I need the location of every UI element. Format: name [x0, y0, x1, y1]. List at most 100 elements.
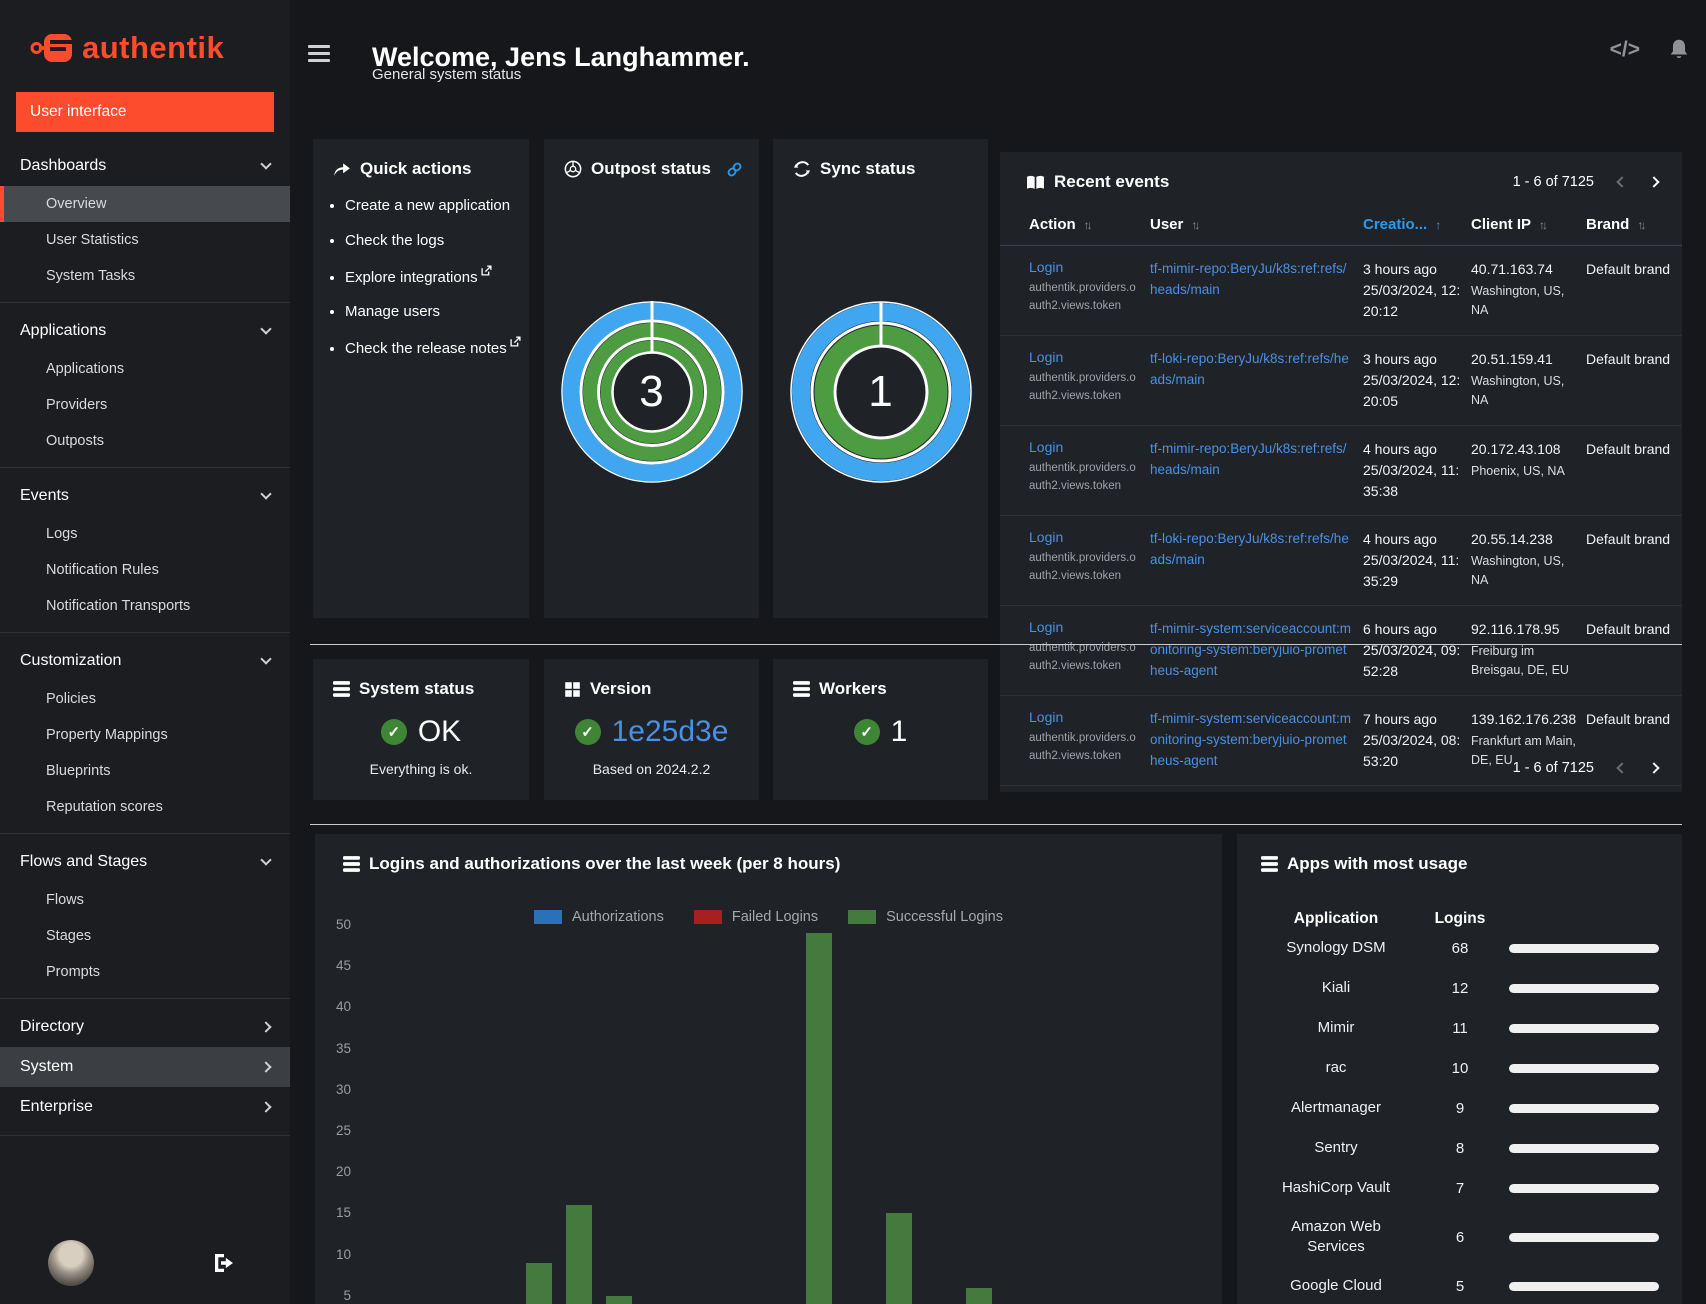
event-context: authentik.providers.oauth2.views.token	[1029, 462, 1136, 492]
app-logins: 7	[1455, 1179, 1465, 1197]
column-header-creation[interactable]: Creatio... ↑	[1363, 216, 1461, 233]
sidebar-item-stages[interactable]: Stages	[0, 918, 290, 954]
sidebar-item-reputation-scores[interactable]: Reputation scores	[0, 789, 290, 825]
quick-actions-title-row: Quick actions	[313, 139, 529, 179]
chevron-down-icon	[260, 854, 272, 866]
column-header-action[interactable]: Action ↑↓	[1029, 216, 1140, 233]
sidebar-item-overview[interactable]: Overview	[0, 186, 290, 222]
event-action-link[interactable]: Login	[1029, 529, 1063, 545]
pagination-next-icon[interactable]	[1648, 176, 1660, 188]
quick-action-create-application[interactable]: Create a new application	[345, 197, 510, 214]
user-interface-button[interactable]: User interface	[16, 92, 274, 132]
sidebar-section-customization[interactable]: Customization	[0, 641, 290, 681]
chart-bar	[526, 1262, 552, 1304]
sidebar-section-events[interactable]: Events	[0, 476, 290, 516]
column-header-user[interactable]: User ↑↓	[1150, 216, 1353, 233]
quick-action-explore-integrations[interactable]: Explore integrations	[345, 269, 478, 286]
app-logins: 12	[1451, 979, 1469, 997]
event-client-ip: 139.162.176.238	[1471, 711, 1577, 727]
app-usage-row: Mimir 11	[1237, 1008, 1682, 1048]
hamburger-menu-icon[interactable]	[308, 45, 330, 66]
event-action-link[interactable]: Login	[1029, 709, 1063, 725]
sidebar-item-user-statistics[interactable]: User Statistics	[0, 222, 290, 258]
event-row: Login authentik.providers.oauth2.views.to…	[1000, 606, 1682, 696]
sidebar-section-directory[interactable]: Directory	[0, 1007, 290, 1047]
chevron-right-icon	[260, 1021, 272, 1033]
sidebar-footer	[0, 1240, 290, 1286]
sync-icon	[793, 161, 811, 177]
card-title: Recent events	[1054, 172, 1170, 191]
usage-bar	[1509, 1183, 1659, 1193]
sidebar-item-notification-rules[interactable]: Notification Rules	[0, 552, 290, 588]
sidebar-item-flows[interactable]: Flows	[0, 882, 290, 918]
sidebar-item-blueprints[interactable]: Blueprints	[0, 753, 290, 789]
quick-action-manage-users[interactable]: Manage users	[345, 303, 440, 320]
pagination-next-icon[interactable]	[1648, 762, 1660, 774]
sidebar-item-logs[interactable]: Logs	[0, 516, 290, 552]
event-user-link[interactable]: tf-mimir-system:serviceaccount:monitorin…	[1150, 619, 1353, 682]
y-tick-label: 30	[335, 1081, 351, 1097]
pagination-bottom: 1 - 6 of 7125	[1513, 760, 1660, 776]
quick-action-check-logs[interactable]: Check the logs	[345, 232, 444, 249]
book-icon	[1027, 175, 1044, 189]
app-usage-row: HashiCorp Vault 7	[1237, 1168, 1682, 1208]
sidebar-item-notification-transports[interactable]: Notification Transports	[0, 588, 290, 624]
logout-icon[interactable]	[212, 1251, 236, 1275]
sidebar-item-property-mappings[interactable]: Property Mappings	[0, 717, 290, 753]
avatar[interactable]	[48, 1240, 94, 1286]
link-chain-icon[interactable]	[726, 161, 743, 178]
sidebar-section-enterprise[interactable]: Enterprise	[0, 1087, 290, 1127]
outpost-icon	[564, 160, 582, 178]
notification-bell-icon[interactable]	[1668, 38, 1690, 62]
main-area: Welcome, Jens Langhammer. General system…	[290, 0, 1706, 1304]
apps-usage-title-row: Apps with most usage	[1237, 834, 1682, 874]
event-action-link[interactable]: Login	[1029, 349, 1063, 365]
app-name: Sentry	[1314, 1138, 1358, 1156]
version-value-link[interactable]: 1e25d3e	[612, 715, 729, 749]
event-time-relative: 6 hours ago	[1363, 621, 1437, 637]
api-code-icon[interactable]: </>	[1610, 38, 1640, 62]
workers-card: Workers ✓ 1	[773, 659, 988, 800]
sidebar-item-outposts[interactable]: Outposts	[0, 423, 290, 459]
card-title: Version	[590, 679, 652, 698]
outpost-status-donut: 3	[557, 297, 747, 492]
sidebar-item-applications[interactable]: Applications	[0, 351, 290, 387]
sidebar-section-system[interactable]: System	[0, 1047, 290, 1087]
sidebar-item-policies[interactable]: Policies	[0, 681, 290, 717]
usage-bar	[1509, 1103, 1659, 1113]
sidebar-section-dashboards[interactable]: Dashboards	[0, 146, 290, 186]
pagination-prev-icon[interactable]	[1616, 176, 1628, 188]
quick-action-release-notes[interactable]: Check the release notes	[345, 340, 507, 357]
event-brand: Default brand	[1586, 621, 1671, 637]
y-tick-label: 15	[335, 1205, 351, 1221]
column-header-client-ip[interactable]: Client IP ↑↓	[1471, 216, 1576, 233]
apps-usage-card: Apps with most usage Application Logins …	[1237, 834, 1682, 1304]
system-status-value: OK	[417, 715, 462, 748]
sidebar-section-flows-and-stages[interactable]: Flows and Stages	[0, 842, 290, 882]
sidebar-item-system-tasks[interactable]: System Tasks	[0, 258, 290, 294]
event-user-link[interactable]: tf-mimir-repo:BeryJu/k8s:ref:refs/heads/…	[1150, 259, 1353, 322]
event-action-link[interactable]: Login	[1029, 439, 1063, 455]
app-usage-row: Amazon Web Services 6	[1237, 1208, 1682, 1266]
event-user-link[interactable]: tf-loki-repo:BeryJu/k8s:ref:refs/heads/m…	[1150, 529, 1353, 592]
event-action-link[interactable]: Login	[1029, 619, 1063, 635]
usage-bar	[1509, 1143, 1659, 1153]
pagination-prev-icon[interactable]	[1616, 762, 1628, 774]
event-action-link[interactable]: Login	[1029, 259, 1063, 275]
section-label: Directory	[20, 1018, 85, 1035]
event-time-relative: 3 hours ago	[1363, 261, 1437, 277]
version-title-row: Version	[544, 659, 759, 699]
app-name: Amazon Web Services	[1291, 1217, 1381, 1255]
event-user-link[interactable]: tf-loki-repo:BeryJu/k8s:ref:refs/heads/m…	[1150, 349, 1353, 412]
event-user-link[interactable]: tf-mimir-repo:BeryJu/k8s:ref:refs/heads/…	[1150, 439, 1353, 502]
chart-title: Logins and authorizations over the last …	[369, 854, 841, 873]
list-item: Explore integrations	[345, 264, 529, 289]
column-header-brand[interactable]: Brand ↑↓	[1586, 216, 1676, 233]
usage-bar	[1509, 1232, 1659, 1242]
section-divider	[310, 644, 1682, 645]
sidebar-section-applications[interactable]: Applications	[0, 311, 290, 351]
legend-item: Authorizations	[533, 909, 664, 925]
sidebar-item-prompts[interactable]: Prompts	[0, 954, 290, 990]
event-user-link[interactable]: tf-mimir-system:serviceaccount:monitorin…	[1150, 709, 1353, 772]
sidebar-item-providers[interactable]: Providers	[0, 387, 290, 423]
